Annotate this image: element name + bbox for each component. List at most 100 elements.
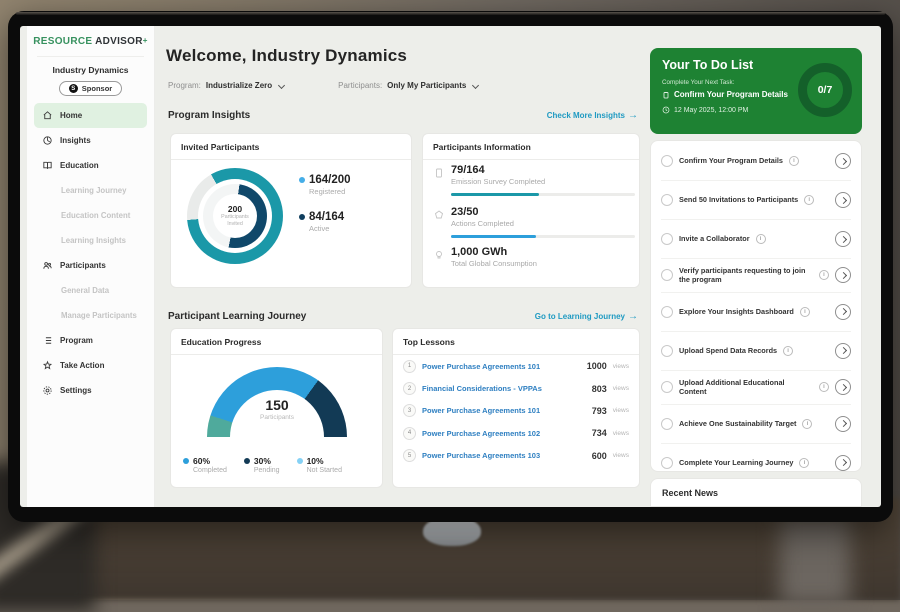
sidebar-item-label: Insights [60, 136, 91, 145]
lesson-rank: 4 [403, 427, 416, 440]
gear-icon [42, 385, 53, 396]
info-icon[interactable]: i [800, 307, 810, 317]
lesson-views: 803 [592, 384, 607, 394]
task-go-button[interactable] [835, 416, 851, 432]
sidebar-item-participants[interactable]: Participants [34, 253, 147, 278]
action-icon [42, 360, 53, 371]
task-go-button[interactable] [835, 192, 851, 208]
task-go-button[interactable] [835, 304, 851, 320]
check-more-insights-link[interactable]: Check More Insights → [547, 110, 638, 121]
clock-icon [662, 106, 670, 114]
task-checkbox[interactable] [661, 418, 673, 430]
task-item[interactable]: Upload Additional Educational Content i [661, 371, 851, 405]
legend-dot [183, 458, 189, 464]
task-checkbox[interactable] [661, 269, 673, 281]
info-label: Total Global Consumption [451, 259, 627, 268]
task-checkbox[interactable] [661, 233, 673, 245]
lesson-link[interactable]: Power Purchase Agreements 101 [422, 406, 586, 415]
sponsor-badge[interactable]: S Sponsor [59, 81, 122, 96]
info-value: 79/164 [451, 164, 627, 176]
chevron-down-icon[interactable] [472, 81, 479, 88]
legend-label: Pending [254, 467, 280, 474]
legend-item-not-started: 10% Not Started [297, 456, 342, 474]
task-label: Upload Spend Data Records [679, 346, 777, 355]
info-icon[interactable]: i [789, 156, 799, 166]
task-checkbox[interactable] [661, 306, 673, 318]
legend-value: 164/200 [309, 174, 351, 186]
info-icon[interactable]: i [783, 346, 793, 356]
sidebar-item-settings[interactable]: Settings [34, 378, 147, 403]
info-icon[interactable]: i [804, 195, 814, 205]
survey-progress-bar [451, 193, 635, 196]
legend-dot [299, 214, 305, 220]
legend-pct: 10% [307, 456, 324, 466]
legend-pct: 30% [254, 456, 271, 466]
donut-center-label: Invited [227, 221, 243, 228]
task-item[interactable]: Verify participants requesting to join t… [661, 259, 851, 293]
task-checkbox[interactable] [661, 381, 673, 393]
lesson-row: 4 Power Purchase Agreements 102 734 view… [393, 422, 639, 444]
info-icon[interactable]: i [819, 382, 829, 392]
task-item[interactable]: Invite a Collaborator i [661, 220, 851, 259]
lesson-link[interactable]: Financial Considerations - VPPAs [422, 384, 586, 393]
task-item[interactable]: Send 50 Invitations to Participants i [661, 181, 851, 220]
task-checkbox[interactable] [661, 194, 673, 206]
gauge-legend: 60% Completed 30% Pending 10% Not Starte… [183, 456, 342, 474]
link-label: Go to Learning Journey [535, 312, 625, 321]
arrow-right-icon: → [628, 110, 638, 121]
task-label: Confirm Your Program Details [679, 156, 783, 165]
sidebar-item-learning-insights[interactable]: Learning Insights [34, 228, 147, 253]
invited-participants-card: Invited Participants 200 Participants In… [170, 133, 412, 288]
task-go-button[interactable] [835, 267, 851, 283]
lesson-link[interactable]: Power Purchase Agreements 101 [422, 362, 581, 371]
info-label: Actions Completed [451, 219, 627, 228]
task-go-button[interactable] [835, 153, 851, 169]
task-item[interactable]: Confirm Your Program Details i [661, 142, 851, 181]
sidebar-item-education[interactable]: Education [34, 153, 147, 178]
info-row-actions: 23/50 Actions Completed [433, 206, 627, 228]
sidebar-item-label: Program [60, 336, 93, 345]
task-item[interactable]: Complete Your Learning Journey i [661, 444, 851, 482]
task-checkbox[interactable] [661, 457, 673, 469]
lesson-link[interactable]: Power Purchase Agreements 102 [422, 429, 586, 438]
task-item[interactable]: Achieve One Sustainability Target i [661, 405, 851, 444]
task-label: Send 50 Invitations to Participants [679, 195, 798, 204]
chevron-down-icon[interactable] [278, 81, 285, 88]
sidebar-item-general-data[interactable]: General Data [34, 278, 147, 303]
monitor-bezel: RESOURCE ADVISOR+ Industry Dynamics S Sp… [8, 11, 893, 522]
card-title: Participants Information [423, 134, 639, 160]
task-label: Complete Your Learning Journey [679, 458, 793, 467]
participants-filter-value[interactable]: Only My Participants [387, 81, 466, 90]
people-icon [42, 260, 53, 271]
info-icon[interactable]: i [819, 270, 829, 280]
todo-title: Your To Do List [662, 58, 753, 72]
sidebar-item-learning-journey[interactable]: Learning Journey [34, 178, 147, 203]
sidebar-item-program[interactable]: Program [34, 328, 147, 353]
task-label: Explore Your Insights Dashboard [679, 307, 794, 316]
sidebar-item-insights[interactable]: Insights [34, 128, 147, 153]
go-to-learning-journey-link[interactable]: Go to Learning Journey → [535, 311, 638, 322]
program-filter-value[interactable]: Industrialize Zero [206, 81, 272, 90]
task-go-button[interactable] [835, 343, 851, 359]
task-item[interactable]: Upload Spend Data Records i [661, 332, 851, 371]
program-filter-label: Program: [168, 81, 201, 90]
sidebar-item-manage-participants[interactable]: Manage Participants [34, 303, 147, 328]
task-go-button[interactable] [835, 231, 851, 247]
sidebar-item-home[interactable]: Home [34, 103, 147, 128]
task-checkbox[interactable] [661, 345, 673, 357]
task-label: Achieve One Sustainability Target [679, 419, 796, 428]
lesson-link[interactable]: Power Purchase Agreements 103 [422, 451, 586, 460]
task-label: Invite a Collaborator [679, 234, 750, 243]
task-item[interactable]: Explore Your Insights Dashboard i [661, 293, 851, 332]
sidebar-item-take-action[interactable]: Take Action [34, 353, 147, 378]
sidebar-item-label: Home [60, 111, 82, 120]
info-icon[interactable]: i [802, 419, 812, 429]
info-icon[interactable]: i [756, 234, 766, 244]
todo-progress-ring: 0/7 [798, 63, 852, 117]
education-progress-card: Education Progress 150 Participants 60% … [170, 328, 383, 488]
sidebar-item-education-content[interactable]: Education Content [34, 203, 147, 228]
task-go-button[interactable] [835, 455, 851, 471]
task-checkbox[interactable] [661, 155, 673, 167]
info-icon[interactable]: i [799, 458, 809, 468]
task-go-button[interactable] [835, 379, 851, 395]
